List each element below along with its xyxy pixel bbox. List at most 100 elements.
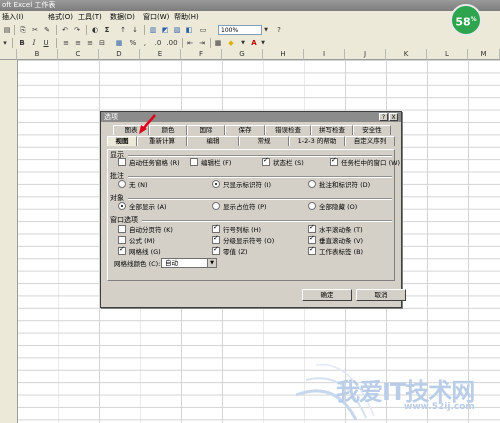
zoom-select[interactable]: 100% <box>218 25 262 35</box>
col-header-d[interactable]: D <box>99 49 140 60</box>
zero-values-box[interactable] <box>212 245 220 255</box>
comments-indicator-radio[interactable]: 只显示标识符 (I) <box>212 180 271 189</box>
col-header-h[interactable]: H <box>263 49 304 60</box>
horizontal-scrollbar-checkbox[interactable]: 水平滚动条 (T) <box>308 223 363 234</box>
drawing-toolbar-icon[interactable]: ◧ <box>184 25 194 35</box>
formula-bar-checkbox[interactable]: 编辑栏 (F) <box>190 158 231 167</box>
sort-asc-icon[interactable]: ↑ <box>118 25 128 35</box>
gridlines-box[interactable] <box>118 245 126 255</box>
objects-placeholders-radio[interactable]: 显示占位符 (P) <box>212 202 267 211</box>
col-header-j[interactable]: J <box>345 49 386 60</box>
comments-indicator-dot[interactable] <box>212 180 220 188</box>
currency-icon[interactable]: ▦ <box>114 38 124 48</box>
dialog-help-button[interactable]: ? <box>379 113 388 121</box>
merge-center-icon[interactable]: ⊟ <box>98 38 106 48</box>
increase-decimal-icon[interactable]: .0 <box>152 38 164 48</box>
decrease-indent-icon[interactable]: ⇤ <box>186 38 194 48</box>
undo-icon[interactable]: ↶ <box>60 25 70 35</box>
status-bar-box[interactable] <box>262 156 270 166</box>
gridline-color-select[interactable]: 自动 ▼ <box>161 258 217 268</box>
hyperlink-icon[interactable]: ◐ <box>90 25 100 35</box>
col-header-l[interactable]: L <box>427 49 468 60</box>
decrease-decimal-icon[interactable]: .00 <box>166 38 178 48</box>
tab-transition[interactable]: 1-2-3 的帮助 <box>289 136 345 146</box>
menu-data[interactable]: 数据(D) <box>110 11 135 23</box>
paste-icon[interactable]: ▤ <box>2 25 12 35</box>
drawing-icon[interactable]: ◩ <box>160 25 170 35</box>
menu-format[interactable]: 格式(O) <box>48 11 73 23</box>
bold-icon[interactable]: B <box>18 38 26 48</box>
sheet-tabs-box[interactable] <box>308 245 316 255</box>
row-header-strip[interactable] <box>0 60 18 423</box>
font-size-dropdown-icon[interactable]: ▾ <box>2 38 8 48</box>
ok-button[interactable]: 确定 <box>302 289 352 301</box>
tab-security[interactable]: 安全性 <box>353 125 391 135</box>
horizontal-scrollbar-box[interactable] <box>308 223 316 233</box>
page-breaks-checkbox[interactable]: 自动分页符 (K) <box>118 225 173 234</box>
col-header-g[interactable]: G <box>222 49 263 60</box>
comma-icon[interactable]: , <box>140 38 150 48</box>
cut-icon[interactable]: ✂ <box>30 25 40 35</box>
objects-show-all-radio[interactable]: 全部显示 (A) <box>118 202 167 211</box>
vertical-scrollbar-checkbox[interactable]: 垂直滚动条 (V) <box>308 234 363 245</box>
outline-symbols-checkbox[interactable]: 分级显示符号 (O) <box>212 234 274 245</box>
menu-help[interactable]: 帮助(H) <box>174 11 199 23</box>
col-header-f[interactable]: F <box>181 49 222 60</box>
fill-color-dropdown-icon[interactable]: ▼ <box>240 38 246 48</box>
vertical-scrollbar-box[interactable] <box>308 234 316 244</box>
italic-icon[interactable]: I <box>30 38 38 48</box>
col-header-b[interactable]: B <box>17 49 58 60</box>
menu-insert[interactable]: 插入(I) <box>2 11 24 23</box>
zero-values-checkbox[interactable]: 零值 (Z) <box>212 245 248 256</box>
tab-view[interactable]: 视图 <box>107 136 137 146</box>
page-breaks-box[interactable] <box>118 225 126 233</box>
taskbar-windows-box[interactable] <box>330 156 338 166</box>
col-header-i[interactable]: I <box>304 49 345 60</box>
font-color-icon[interactable]: A <box>250 38 258 48</box>
align-right-icon[interactable]: ≡ <box>86 38 94 48</box>
objects-show-all-dot[interactable] <box>118 202 126 210</box>
underline-icon[interactable]: U <box>42 38 50 48</box>
align-left-icon[interactable]: ≡ <box>62 38 70 48</box>
comments-and-indicator-dot[interactable] <box>308 180 316 188</box>
chevron-down-icon[interactable]: ▼ <box>207 259 216 267</box>
menu-window[interactable]: 窗口(W) <box>143 11 169 23</box>
row-col-headers-box[interactable] <box>212 223 220 233</box>
col-header-e[interactable]: E <box>140 49 181 60</box>
tab-edit[interactable]: 编辑 <box>187 136 239 146</box>
sheet-tabs-checkbox[interactable]: 工作表标签 (B) <box>308 245 363 256</box>
outline-symbols-box[interactable] <box>212 234 220 244</box>
col-header-k[interactable]: K <box>386 49 427 60</box>
font-color-dropdown-icon[interactable]: ▼ <box>260 38 266 48</box>
tab-save[interactable]: 保存 <box>225 125 265 135</box>
tab-general[interactable]: 常规 <box>239 136 289 146</box>
startup-task-pane-box[interactable] <box>118 158 126 166</box>
tab-spelling[interactable]: 拼写检查 <box>311 125 353 135</box>
copy-icon[interactable]: ⎘ <box>18 25 28 35</box>
map-icon[interactable]: ▧ <box>172 25 182 35</box>
zoom-dropdown-icon[interactable]: ▼ <box>262 25 270 35</box>
gridlines-checkbox[interactable]: 网格线 (G) <box>118 245 161 256</box>
select-all-corner[interactable] <box>0 49 17 60</box>
percent-icon[interactable]: % <box>128 38 138 48</box>
tab-custom-lists[interactable]: 自定义序列 <box>345 136 395 146</box>
sort-desc-icon[interactable]: ↓ <box>130 25 140 35</box>
formula-bar-box[interactable] <box>190 158 198 166</box>
tab-error-checking[interactable]: 错误检查 <box>265 125 311 135</box>
fill-color-icon[interactable]: ◆ <box>226 38 236 48</box>
comments-and-indicator-radio[interactable]: 批注和标识符 (D) <box>308 180 370 189</box>
col-header-c[interactable]: C <box>58 49 99 60</box>
col-header-m[interactable]: M <box>468 49 500 60</box>
tab-calculation[interactable]: 重新计算 <box>137 136 187 146</box>
autosum-icon[interactable]: Σ <box>102 25 112 35</box>
chart-wizard-icon[interactable]: ▥ <box>148 25 158 35</box>
objects-hide-all-radio[interactable]: 全部隐藏 (O) <box>308 202 357 211</box>
format-painter-icon[interactable]: ✎ <box>42 25 52 35</box>
cancel-button[interactable]: 取消 <box>356 289 406 301</box>
objects-hide-all-dot[interactable] <box>308 202 316 210</box>
redo-icon[interactable]: ↷ <box>72 25 82 35</box>
tab-international[interactable]: 国际 <box>187 125 225 135</box>
status-bar-checkbox[interactable]: 状态栏 (S) <box>262 156 304 167</box>
comment-icon[interactable]: ▭ <box>198 25 208 35</box>
comments-none-radio[interactable]: 无 (N) <box>118 180 148 189</box>
